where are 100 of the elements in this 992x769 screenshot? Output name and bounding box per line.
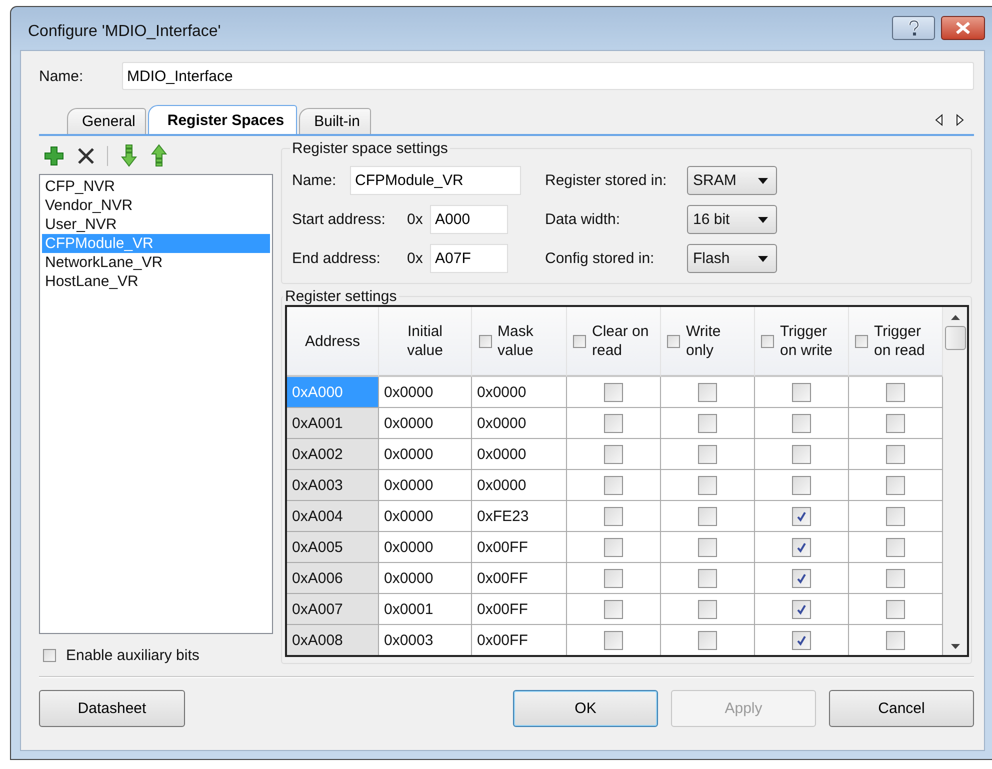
checkbox[interactable] [604,538,623,556]
header-checkbox[interactable] [761,334,774,348]
tab[interactable]: Register Spaces [148,105,298,134]
checkbox[interactable] [792,630,811,650]
dropdown[interactable]: Flash [687,244,777,273]
hex-prefix: 0x [407,211,424,228]
dialog-button[interactable]: OK [513,690,658,727]
checkbox[interactable] [698,600,717,618]
scroll-up-icon[interactable] [950,315,960,320]
check-icon [796,604,807,614]
list-item[interactable]: Vendor_NVR [42,196,270,215]
checkbox[interactable] [604,414,623,432]
hex-prefix: 0x [407,250,424,267]
dropdown[interactable]: 16 bit [687,205,777,234]
checkbox[interactable] [698,476,717,494]
table-cell: 0x00FF [472,594,567,625]
move-down-icon[interactable] [120,144,138,168]
table-cell: 0x0001 [379,594,472,625]
header-checkbox[interactable] [573,334,586,348]
address-cell[interactable]: 0xA007 [287,594,379,625]
checkbox[interactable] [886,568,905,588]
checkbox[interactable] [886,414,905,432]
checkbox[interactable] [886,506,905,526]
table-cell: 0x00FF [472,625,567,655]
address-cell[interactable]: 0xA008 [287,625,379,655]
checkbox[interactable] [792,444,811,464]
checkbox[interactable] [604,382,623,402]
checkbox[interactable] [792,538,811,556]
address-cell[interactable]: 0xA006 [287,563,379,594]
address-cell[interactable]: 0xA003 [287,470,379,501]
name-field[interactable]: MDIO_Interface [122,62,974,90]
field-label: Config stored in: [545,250,656,267]
table-cell: 0x0000 [379,532,472,563]
checkbox[interactable] [886,538,905,556]
address-cell[interactable]: 0xA002 [287,439,379,470]
checkbox[interactable] [792,476,811,494]
checkbox[interactable] [698,444,717,464]
list-item[interactable]: HostLane_VR [42,272,270,291]
checkbox[interactable] [792,568,811,588]
tab[interactable]: General [67,108,146,134]
tab[interactable]: Built-in [299,108,371,134]
table-cell: 0x0000 [379,563,472,594]
checkbox[interactable] [604,568,623,588]
address-cell[interactable]: 0xA005 [287,532,379,563]
name-label: Name: [39,68,84,84]
close-button[interactable] [941,16,985,40]
checkbox[interactable] [792,414,811,432]
checkbox[interactable] [604,444,623,464]
checkbox[interactable] [604,506,623,526]
checkbox[interactable] [604,600,623,618]
address-cell[interactable]: 0xA004 [287,501,379,532]
dialog-button[interactable]: Cancel [829,690,974,727]
checkbox[interactable] [698,538,717,556]
add-icon[interactable] [43,144,65,166]
table-cell: 0x0000 [379,408,472,439]
checkbox[interactable] [886,476,905,494]
checkbox[interactable] [886,382,905,402]
check-icon [796,510,807,522]
scroll-thumb[interactable] [944,326,966,350]
help-button[interactable] [892,16,935,40]
table-cell: 0x00FF [472,532,567,563]
checkbox[interactable] [604,630,623,650]
table-cell: 0x0000 [379,501,472,532]
checkbox[interactable] [698,414,717,432]
header-checkbox[interactable] [855,334,868,348]
scroll-down-icon[interactable] [950,644,960,649]
move-up-icon[interactable] [150,144,168,168]
scroll-left-icon[interactable] [935,114,943,126]
checkbox[interactable] [698,506,717,526]
table-cell: 0x0000 [472,377,567,408]
column-header: Clear on read [592,322,650,360]
header-checkbox[interactable] [667,334,680,348]
list-item[interactable]: User_NVR [42,215,270,234]
caret-icon [758,256,768,262]
address-field[interactable]: A07F [430,244,508,273]
checkbox[interactable] [886,600,905,618]
checkbox[interactable] [792,506,811,526]
list-item[interactable]: NetworkLane_VR [42,253,270,272]
checkbox[interactable] [604,476,623,494]
vertical-scrollbar[interactable] [943,307,967,655]
field-label: Start address: [292,211,386,228]
scroll-right-icon[interactable] [956,114,964,126]
checkbox[interactable] [698,568,717,588]
checkbox[interactable] [698,630,717,650]
checkbox[interactable] [886,630,905,650]
checkbox[interactable] [792,382,811,402]
list-item[interactable]: CFP_NVR [42,177,270,196]
checkbox[interactable] [886,444,905,464]
dropdown[interactable]: SRAM [687,166,777,195]
auxiliary-bits-checkbox[interactable] [43,649,56,662]
address-cell[interactable]: 0xA001 [287,408,379,439]
address-field[interactable]: A000 [430,205,508,234]
table-cell: 0x0000 [472,470,567,501]
checkbox[interactable] [698,382,717,402]
dialog-button[interactable]: Datasheet [39,690,185,727]
checkbox[interactable] [792,600,811,618]
text-field[interactable]: CFPModule_VR [350,166,521,195]
delete-icon[interactable] [77,146,95,164]
header-checkbox[interactable] [478,334,492,348]
field-label: End address: [292,250,382,267]
